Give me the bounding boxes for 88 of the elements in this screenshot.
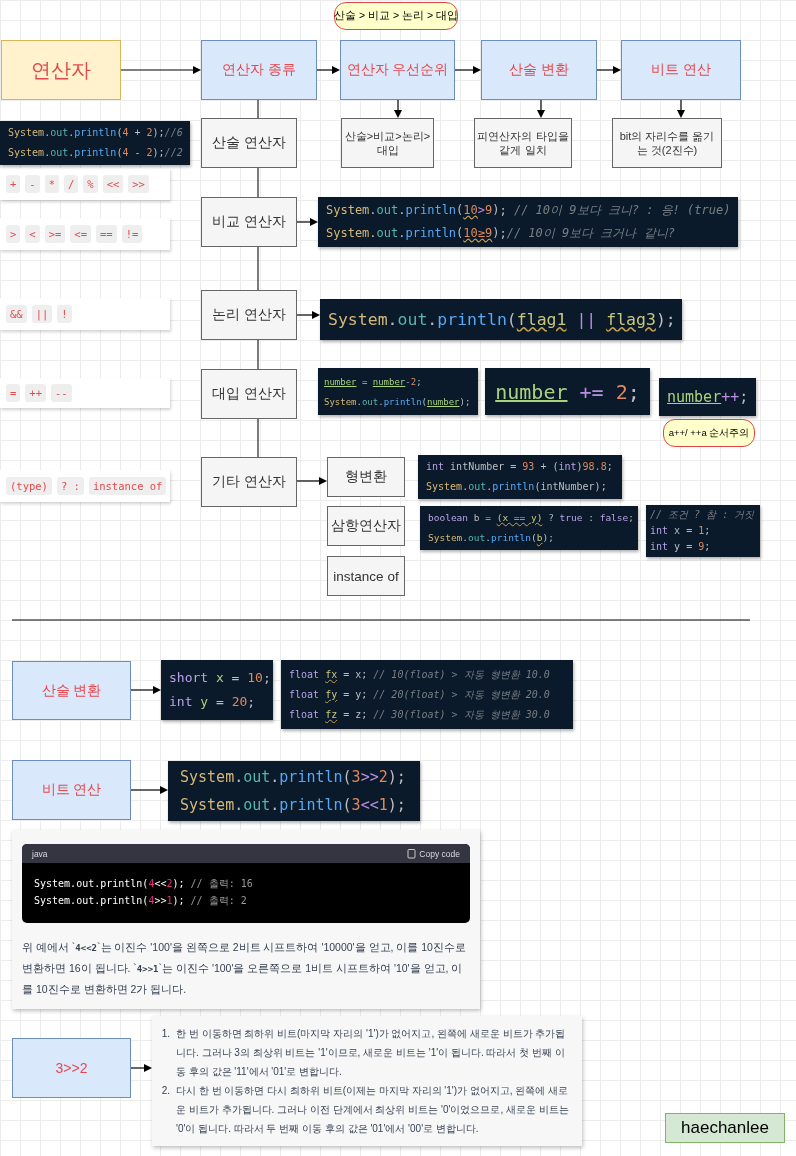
diagram-box: 기타 연산자 — [201, 457, 297, 507]
operator-tag: -- — [51, 384, 72, 402]
diagram-box: 피연산자의 타입을 같게 일치 — [474, 118, 572, 168]
code-line: boolean b = (x == y) ? true : false; — [428, 511, 630, 525]
arrow — [596, 66, 621, 74]
code-line: // 조건 ? 참 : 거짓 — [650, 508, 756, 522]
diagram-box: 비트 연산 — [621, 40, 741, 100]
operator-tag: >= — [44, 225, 66, 243]
arrow — [316, 66, 340, 74]
operator-tag: ! — [57, 305, 72, 323]
code-line: System.out.println(10≥9);// 10이 9보다 크거나 같니? — [326, 225, 676, 242]
callout-note: a++/ ++a 순서주의 — [663, 419, 755, 447]
code-line: System.out.println(3<<1); — [180, 795, 407, 816]
diagram-box: 산술 변환 — [481, 40, 597, 100]
diagram-box: 대입 연산자 — [201, 369, 297, 419]
operator-tag: * — [44, 175, 59, 193]
diagram-box: 산술 연산자 — [201, 118, 297, 168]
code-line: System.out.println(4>>1); // 출력: 2 — [34, 894, 248, 908]
code-line: System.out.println(4 - 2);//2 — [8, 146, 182, 160]
list-number: 1. — [160, 1027, 170, 1041]
operator-tag: < — [25, 225, 40, 243]
diagram-box: 삼항연산자 — [327, 506, 405, 546]
operator-tag: == — [95, 225, 117, 243]
operator-tag: ? : — [56, 477, 84, 495]
copy-button[interactable]: Copy code — [407, 848, 460, 859]
operator-tag: >> — [128, 175, 149, 193]
list-item: 다시 한 번 이동하면 다시 최하위 비트(이제는 마지막 자리의 '1')가 없어지고, 왼쪽에 새로운 비트가 추가됩니다. 그러나 이전 단계에서 최상위 비트는 '0'이었으므로, 새로운 비트는 '0'이 됩니다. 따라서 두 번째 이동 후의 값은 '01'에서 '00'로 변합니다. — [176, 1084, 570, 1136]
operator-tag: <= — [70, 225, 91, 243]
operator-tag: - — [25, 175, 40, 193]
code-line: float fz = z; // 30(float) > 자동 형변환 30.0 — [289, 707, 551, 722]
diagram-box: 형변환 — [327, 457, 405, 497]
operator-tag: != — [121, 225, 143, 243]
code-line: System.out.println(flag1 || flag3); — [328, 310, 674, 329]
arrow — [130, 1064, 152, 1072]
diagram-box: 3>>2 — [12, 1038, 131, 1098]
code-line: System.out.println(4 + 2);//6 — [8, 126, 182, 140]
diagram-box: 논리 연산자 — [201, 290, 297, 340]
clipboard-icon — [407, 848, 417, 859]
diagram-box: 연산자 종류 — [201, 40, 317, 100]
diagram-box: haechanlee — [665, 1113, 785, 1143]
code-line: System.out.println(4<<2); // 출력: 16 — [34, 877, 254, 891]
code-line: int intNumber = 93 + (int)98.8; — [426, 460, 614, 474]
diagram-box: 비트 연산 — [12, 760, 131, 820]
arrow — [130, 786, 168, 794]
operator-tag: / — [64, 175, 79, 193]
arrow — [454, 66, 481, 74]
code-line: System.out.println(10>9); // 10이 9보다 크니? : 응! (true) — [326, 202, 730, 219]
code-line: int x = 1; — [650, 524, 712, 538]
diagram-box: 산술 변환 — [12, 661, 131, 720]
diagram-box: 비교 연산자 — [201, 197, 297, 247]
diagram-box: 산술>비교>논리>대입 — [341, 118, 434, 168]
code-line: int y = 9; — [650, 540, 712, 554]
arrow — [394, 99, 402, 118]
code-line: float fx = x; // 10(float) > 자동 형변환 10.0 — [289, 667, 551, 682]
operator-tag: || — [31, 305, 53, 323]
operator-tag: instance of — [88, 477, 167, 495]
code-line: System.out.println(3>>2); — [180, 767, 407, 788]
arrow — [296, 477, 327, 485]
diagram-box: bit의 자리수를 옮기는 것(2진수) — [612, 118, 722, 168]
list-number: 2. — [160, 1084, 170, 1098]
arrow — [296, 311, 320, 319]
operator-tag: + — [6, 175, 21, 193]
operator-tag: << — [102, 175, 124, 193]
callout-note: 산술 > 비교 > 논리 > 대입 — [334, 2, 458, 30]
operator-tag: (type) — [6, 477, 52, 495]
operator-tag: ++ — [25, 384, 46, 402]
code-line: float fy = y; // 20(float) > 자동 형변환 20.0 — [289, 687, 551, 702]
diagram-box: 연산자 우선순위 — [340, 40, 455, 100]
code-line: number = number-2; — [324, 375, 423, 389]
diagram-box: 연산자 — [1, 40, 121, 100]
code-line: number++; — [667, 388, 748, 406]
code-line: number += 2; — [495, 379, 640, 404]
arrow — [537, 99, 545, 118]
code-line: int y = 20; — [169, 693, 257, 711]
list-item: 한 번 이동하면 최하위 비트(마지막 자리의 '1')가 없어지고, 왼쪽에 새로운 비트가 추가됩니다. 그러나 3의 최상위 비트는 '1'이므로, 새로운 비트는 '1'이 됩니다. 따라서 첫 번째 이동 후의 값은 '11'에서 '01'로 변합니다. — [176, 1027, 567, 1079]
answer-paragraph: 위 예에서 `4<<2`는 이진수 '100'을 왼쪽으로 2비트 시프트하여 '10000'을 얻고, 이를 10진수로 변환하면 16이 됩니다. `4>>1`는 이진수 '100'을 오른쪽으로 1비트 시프트하여 '10'을 얻고, 이를 10진수로 변환하면 2가 됩니다. — [22, 940, 467, 997]
operator-tag: > — [6, 225, 21, 243]
language-label: java — [32, 848, 48, 859]
code-line: System.out.println(b); — [428, 531, 555, 545]
operator-tag: && — [6, 305, 27, 323]
operator-tag: = — [6, 384, 21, 402]
operator-tag: % — [83, 175, 98, 193]
arrow — [130, 686, 161, 694]
arrow — [677, 99, 685, 118]
arrow — [296, 218, 318, 226]
diagram-box: instance of — [327, 556, 405, 596]
code-line: System.out.println(number); — [324, 395, 472, 409]
code-line: System.out.println(intNumber); — [426, 480, 608, 494]
